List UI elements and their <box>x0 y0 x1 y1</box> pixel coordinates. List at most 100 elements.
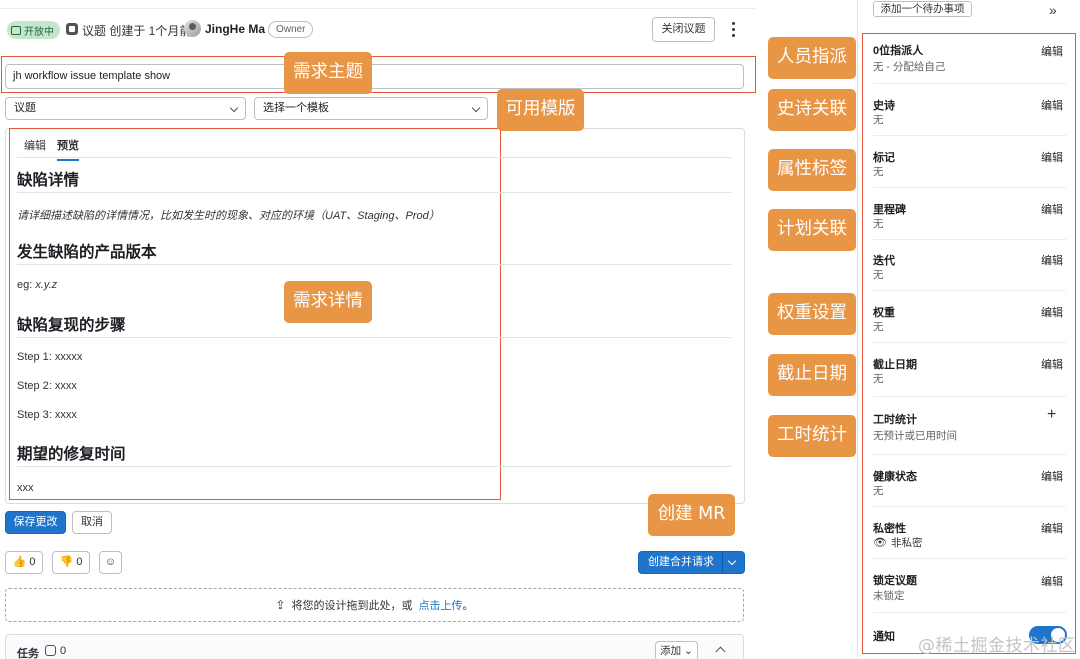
notifications-title: 通知 <box>873 631 895 643</box>
epic-value: 无 <box>873 114 884 126</box>
step-item: Step 2: xxxx <box>17 380 77 392</box>
create-merge-request-button[interactable]: 创建合并请求 <box>638 551 745 574</box>
tab-divider <box>17 157 732 158</box>
thumbs-down-button[interactable]: 👎 0 <box>52 551 90 574</box>
issue-type-icon <box>66 23 78 35</box>
annotation-milestone: 计划关联 <box>768 209 856 251</box>
tasks-widget <box>5 634 744 659</box>
due-date-edit-button[interactable]: 编辑 <box>1041 356 1063 372</box>
annotation-time: 工时统计 <box>768 415 856 457</box>
smiley-icon: ☺ <box>104 556 117 568</box>
weight-edit-button[interactable]: 编辑 <box>1041 304 1063 320</box>
assignee-title: 0位指派人 <box>873 45 924 57</box>
health-status-edit-button[interactable]: 编辑 <box>1041 468 1063 484</box>
issue-type-value: 议题 <box>14 102 36 114</box>
confidentiality-value: 非私密 <box>891 537 923 549</box>
sidebar-divider <box>873 612 1066 613</box>
thumbs-up-icon: 👍 <box>12 556 27 568</box>
annotation-mr: 创建 MR <box>648 494 735 536</box>
collapse-sidebar-icon[interactable]: » <box>1049 2 1057 18</box>
annotation-due: 截止日期 <box>768 354 856 396</box>
assignee-edit-button[interactable]: 编辑 <box>1041 43 1063 59</box>
save-button[interactable]: 保存更改 <box>5 511 66 534</box>
add-task-button[interactable]: 添加 ⌄ <box>655 641 698 659</box>
labels-value: 无 <box>873 166 884 178</box>
expected-fix-text: xxx <box>17 482 34 494</box>
sidebar-divider <box>873 83 1066 84</box>
design-dropzone[interactable]: ⇪ 将您的设计拖到此处，或 点击上传。 <box>5 588 744 622</box>
status-badge: 开放中 <box>7 21 60 39</box>
sidebar-divider <box>873 454 1066 455</box>
more-actions-icon[interactable] <box>729 20 737 38</box>
thumbs-up-button[interactable]: 👍 0 <box>5 551 43 574</box>
template-select[interactable]: 选择一个模板 <box>254 97 488 120</box>
assignee-value[interactable]: 无 - 分配给自己 <box>873 59 945 74</box>
step-item: Step 3: xxxx <box>17 409 77 421</box>
annotation-assignee: 人员指派 <box>768 37 856 79</box>
heading-repro-steps: 缺陷复现的步骤 <box>17 317 126 334</box>
confidentiality-title: 私密性 <box>873 523 906 535</box>
heading-rule <box>17 264 732 265</box>
sidebar-divider <box>873 558 1066 559</box>
add-reaction-button[interactable]: ☺ <box>99 551 122 574</box>
sidebar-highlight <box>862 33 1076 654</box>
milestone-edit-button[interactable]: 编辑 <box>1041 201 1063 217</box>
close-issue-button[interactable]: 关闭议题 <box>652 17 715 42</box>
health-status-title: 健康状态 <box>873 471 917 483</box>
labels-edit-button[interactable]: 编辑 <box>1041 149 1063 165</box>
split-divider <box>722 552 723 573</box>
role-badge: Owner <box>268 21 314 38</box>
heading-defect-details: 缺陷详情 <box>17 172 80 189</box>
chevron-down-icon <box>229 103 239 113</box>
upload-link[interactable]: 点击上传 <box>419 597 463 613</box>
cancel-button[interactable]: 取消 <box>72 511 112 534</box>
sidebar-divider <box>873 239 1066 240</box>
sidebar-divider <box>873 506 1066 507</box>
health-status-value: 无 <box>873 485 884 497</box>
epic-edit-button[interactable]: 编辑 <box>1041 97 1063 113</box>
annotation-title: 需求主题 <box>284 52 372 94</box>
confidentiality-edit-button[interactable]: 编辑 <box>1041 520 1063 536</box>
annotation-weight: 权重设置 <box>768 293 856 335</box>
time-tracking-value: 无预计或已用时间 <box>873 430 957 442</box>
heading-rule <box>17 337 732 338</box>
annotation-detail: 需求详情 <box>284 281 372 323</box>
add-todo-button[interactable]: 添加一个待办事项 <box>873 1 972 17</box>
task-icon <box>45 645 56 656</box>
heading-product-version: 发生缺陷的产品版本 <box>17 244 157 261</box>
weight-title: 权重 <box>873 307 895 319</box>
heading-rule <box>17 192 732 193</box>
version-text: eg: x.y.z <box>17 279 58 291</box>
issue-type-select[interactable]: 议题 <box>5 97 246 120</box>
author-link[interactable]: JingHe Ma <box>205 22 265 36</box>
lock-value: 未锁定 <box>873 590 905 602</box>
lock-edit-button[interactable]: 编辑 <box>1041 573 1063 589</box>
iteration-title: 迭代 <box>873 255 895 267</box>
tab-edit[interactable]: 编辑 <box>24 137 46 153</box>
step-item: Step 1: xxxxx <box>17 351 83 363</box>
annotation-template: 可用模版 <box>497 89 584 131</box>
thumbs-down-icon: 👎 <box>59 556 74 568</box>
defect-description: 请详细描述缺陷的详情情况，比如发生时的现象、对应的环境（UAT、Staging、… <box>17 210 440 222</box>
heading-expected-fix: 期望的修复时间 <box>17 446 126 463</box>
milestone-value: 无 <box>873 218 884 230</box>
avatar[interactable] <box>184 20 201 37</box>
lock-title: 锁定议题 <box>873 575 917 587</box>
annotation-label: 属性标签 <box>768 149 856 191</box>
iteration-value: 无 <box>873 269 884 281</box>
time-tracking-title: 工时统计 <box>873 414 917 426</box>
status-label: 开放中 <box>24 26 54 38</box>
plus-icon[interactable]: + <box>1047 406 1056 424</box>
tasks-count: 0 <box>60 645 67 657</box>
issue-open-icon <box>11 25 21 35</box>
upload-icon: ⇪ <box>275 598 286 612</box>
iteration-edit-button[interactable]: 编辑 <box>1041 252 1063 268</box>
epic-title: 史诗 <box>873 100 895 112</box>
due-date-value: 无 <box>873 373 884 385</box>
sidebar-divider <box>873 290 1066 291</box>
title-input[interactable]: jh workflow issue template show <box>5 64 744 89</box>
milestone-title: 里程碑 <box>873 204 906 216</box>
template-value: 选择一个模板 <box>263 102 329 114</box>
chevron-down-icon[interactable] <box>727 556 737 566</box>
eye-icon: 👁 <box>873 537 887 549</box>
